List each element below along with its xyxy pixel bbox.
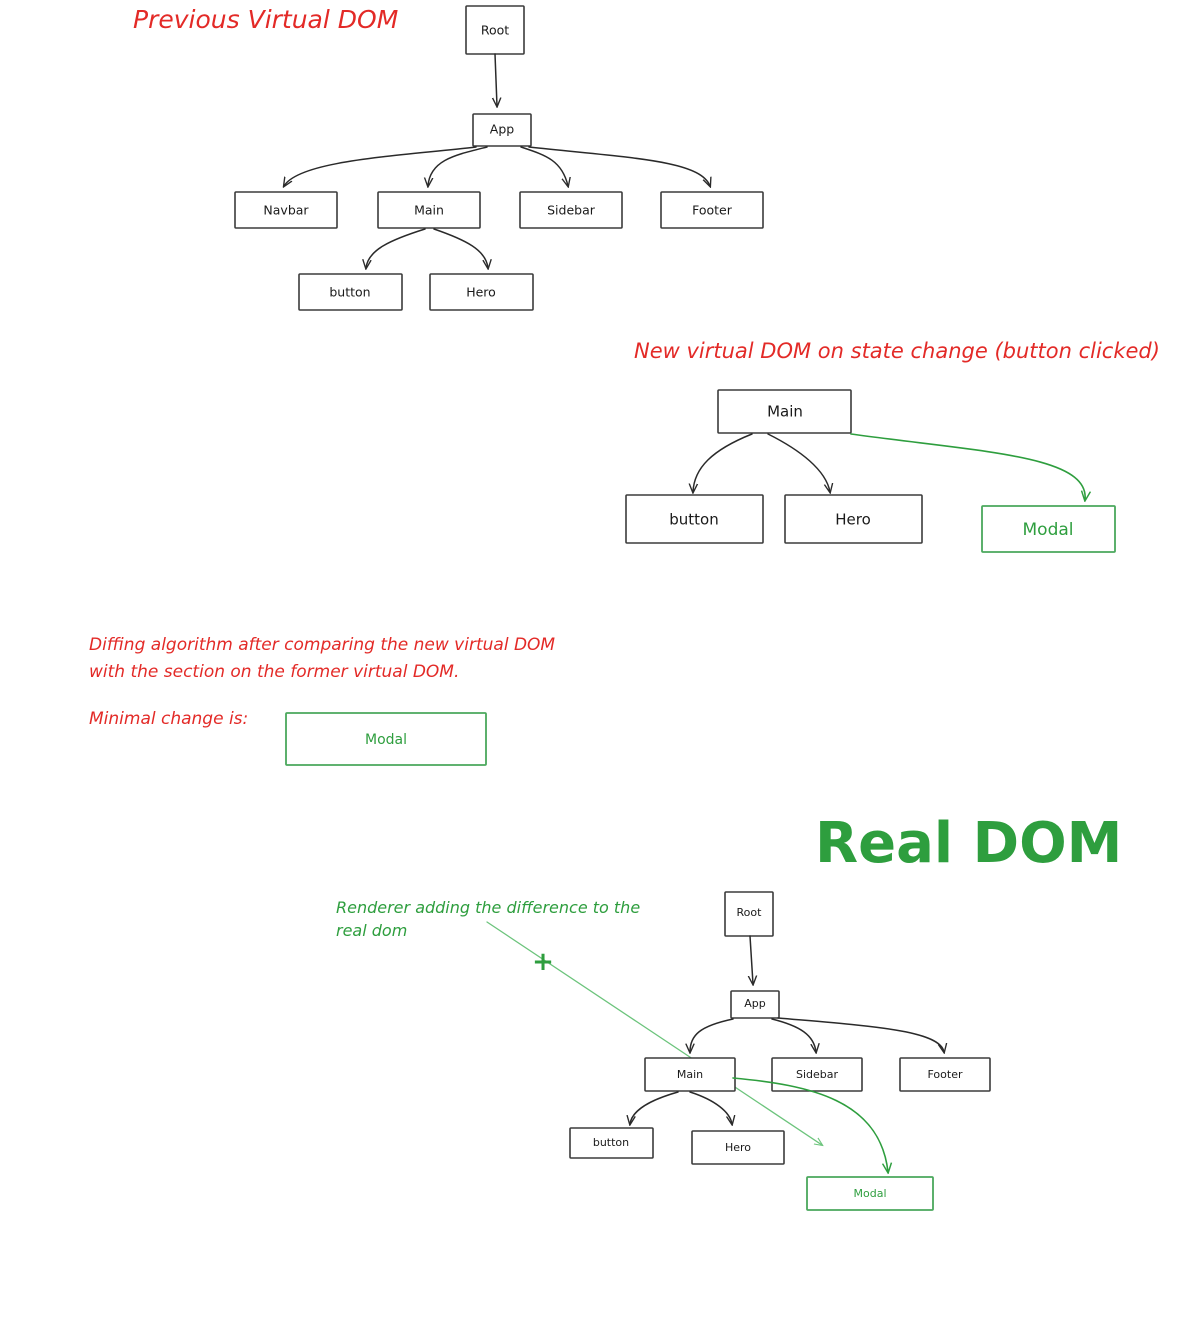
edge-root-app-s1 — [495, 53, 497, 106]
diffing-text-line2: with the section on the former virtual D… — [89, 662, 459, 682]
node-label-modal-s2: Modal — [1023, 520, 1074, 540]
edge-main-button-s1 — [366, 228, 426, 268]
edge-main-hero-s4 — [689, 1091, 732, 1124]
node-navbar-s1[interactable]: Navbar — [234, 191, 338, 229]
node-label-hero-s2: Hero — [835, 511, 871, 529]
node-sidebar-s1[interactable]: Sidebar — [519, 191, 623, 229]
node-label-sidebar-s4: Sidebar — [796, 1068, 839, 1081]
renderer-text-line2: real dom — [336, 921, 407, 940]
edge-main-button-s2 — [693, 433, 753, 492]
node-main-s4[interactable]: Main — [644, 1057, 736, 1092]
node-main-s2[interactable]: Main — [717, 389, 852, 434]
node-hero-s1[interactable]: Hero — [429, 273, 534, 311]
node-hero-s4[interactable]: Hero — [691, 1130, 785, 1165]
node-label-main-s1: Main — [414, 203, 444, 218]
node-app-s1[interactable]: App — [472, 113, 532, 147]
edge-root-app-s4 — [750, 935, 753, 984]
node-label-modal-s4: Modal — [854, 1187, 887, 1200]
node-main-s1[interactable]: Main — [377, 191, 481, 229]
node-root-s4[interactable]: Root — [724, 891, 774, 937]
edge-app-main-s1 — [428, 146, 488, 186]
section-diffing: Diffing algorithm after comparing the ne… — [89, 635, 555, 766]
edge-main-hero-s2 — [767, 433, 830, 492]
section-new-vdom: New virtual DOM on state change (button … — [625, 339, 1160, 553]
node-label-app-s4: App — [744, 997, 766, 1010]
node-label-footer-s1: Footer — [692, 203, 733, 218]
edge-main-modal-s2 — [850, 433, 1085, 500]
node-label-footer-s4: Footer — [928, 1068, 963, 1081]
node-root-s1[interactable]: Root — [465, 5, 525, 55]
edge-app-sidebar-s4 — [771, 1018, 816, 1052]
node-modal-s2[interactable]: Modal — [981, 505, 1116, 553]
node-hero-s2[interactable]: Hero — [784, 494, 923, 544]
node-sidebar-s4[interactable]: Sidebar — [771, 1057, 863, 1092]
plus-icon: + — [532, 947, 554, 977]
node-footer-s1[interactable]: Footer — [660, 191, 764, 229]
edge-app-footer-s4 — [777, 1017, 944, 1052]
renderer-text-line1: Renderer adding the difference to the — [336, 898, 640, 917]
node-label-app-s1: App — [490, 122, 514, 137]
node-app-s4[interactable]: App — [730, 990, 780, 1019]
section1-title: Previous Virtual DOM — [133, 5, 398, 34]
node-label-sidebar-s1: Sidebar — [547, 203, 596, 218]
node-label-main-s2: Main — [767, 403, 803, 421]
node-button-s4[interactable]: button — [569, 1127, 654, 1159]
real-dom-title: Real DOM — [815, 811, 1122, 876]
vdom-diagram-canvas: Previous Virtual DOM Root App Navbar Mai… — [89, 5, 1160, 1211]
node-label-button-s2: button — [669, 511, 718, 529]
node-label-hero-s1: Hero — [466, 285, 496, 300]
node-label-button-s1: button — [329, 285, 370, 300]
node-footer-s4[interactable]: Footer — [899, 1057, 991, 1092]
node-label-main-s4: Main — [677, 1068, 703, 1081]
node-label-modal-minimal: Modal — [365, 732, 407, 748]
edge-app-main-s4 — [690, 1018, 734, 1052]
edge-main-button-s4 — [630, 1091, 679, 1124]
node-label-navbar-s1: Navbar — [263, 203, 309, 218]
node-label-hero-s4: Hero — [725, 1141, 751, 1154]
node-modal-minimal-change[interactable]: Modal — [285, 712, 487, 766]
node-label-button-s4: button — [593, 1136, 629, 1149]
node-button-s1[interactable]: button — [298, 273, 403, 311]
edge-main-hero-s1 — [433, 228, 488, 268]
minimal-change-label: Minimal change is: — [89, 709, 248, 729]
node-modal-s4[interactable]: Modal — [806, 1176, 934, 1211]
node-label-root-s1: Root — [481, 23, 509, 38]
node-label-root-s4: Root — [737, 906, 763, 919]
diffing-text-line1: Diffing algorithm after comparing the ne… — [89, 635, 555, 655]
edge-app-sidebar-s1 — [520, 146, 568, 186]
edge-app-navbar-s1 — [284, 146, 477, 186]
edge-app-footer-s1 — [528, 146, 710, 186]
node-button-s2[interactable]: button — [625, 494, 764, 544]
section-previous-vdom: Previous Virtual DOM Root App Navbar Mai… — [133, 5, 764, 311]
section2-title: New virtual DOM on state change (button … — [634, 339, 1160, 363]
section-real-dom: Real DOM Renderer adding the difference … — [336, 811, 1122, 1211]
